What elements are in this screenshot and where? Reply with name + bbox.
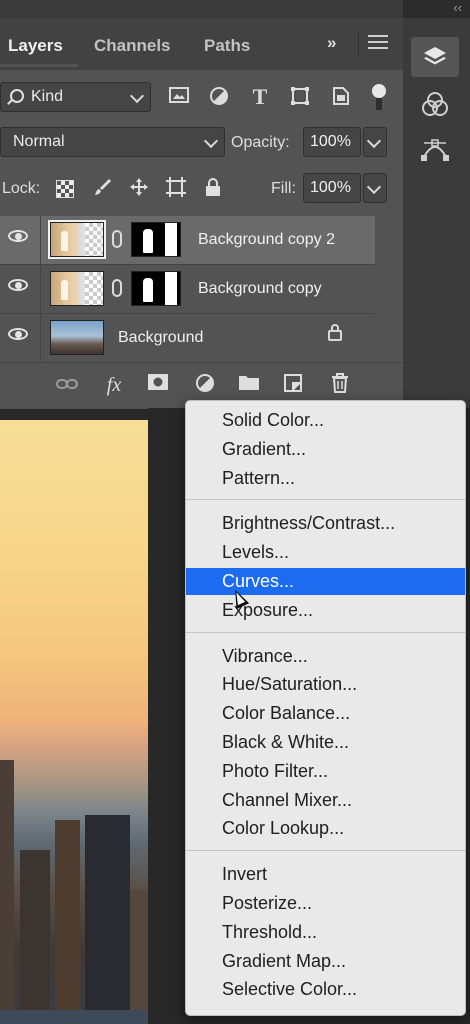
fill-dropdown[interactable] bbox=[363, 173, 387, 203]
image-filter-icon[interactable] bbox=[168, 86, 190, 108]
layer-thumbnail bbox=[50, 271, 104, 306]
menu-item[interactable]: Threshold... bbox=[186, 919, 465, 946]
eye-icon[interactable] bbox=[8, 279, 30, 293]
panel-dock: ‹‹ bbox=[403, 0, 470, 408]
folder-icon[interactable] bbox=[237, 373, 261, 397]
new-layer-icon[interactable] bbox=[281, 373, 305, 397]
layers-panel-icon[interactable] bbox=[411, 37, 459, 77]
layer-mask-thumbnail[interactable] bbox=[131, 271, 181, 306]
layers-panel: Layers Channels Paths » Kind T Normal Op… bbox=[0, 0, 403, 409]
adjustment-filter-icon[interactable] bbox=[208, 86, 230, 108]
eye-icon[interactable] bbox=[8, 230, 30, 244]
menu-item[interactable]: Gradient... bbox=[186, 436, 465, 463]
tab-divider bbox=[358, 32, 359, 56]
layer-thumbnail bbox=[50, 320, 104, 355]
active-tab-indicator bbox=[0, 64, 78, 67]
menu-item[interactable]: Channel Mixer... bbox=[186, 787, 465, 814]
menu-item[interactable]: Pattern... bbox=[186, 465, 465, 492]
fill-input[interactable]: 100% bbox=[303, 173, 361, 203]
collapse-panels-icon[interactable]: ‹‹ bbox=[453, 0, 462, 15]
chevron-down-icon bbox=[203, 133, 219, 149]
lock-artboard-icon[interactable] bbox=[165, 177, 187, 199]
paths-panel-icon[interactable] bbox=[411, 130, 459, 170]
blend-mode-value: Normal bbox=[13, 133, 65, 150]
filter-kind-dropdown[interactable]: Kind bbox=[0, 82, 151, 112]
menu-separator bbox=[186, 850, 465, 852]
menu-item[interactable]: Levels... bbox=[186, 539, 465, 566]
layer-row[interactable]: Background copy 2 bbox=[0, 216, 375, 265]
opacity-label: Opacity: bbox=[231, 134, 290, 151]
tab-layers[interactable]: Layers bbox=[8, 36, 63, 56]
adjustment-icon[interactable] bbox=[193, 373, 217, 397]
lock-brush-icon[interactable] bbox=[92, 177, 114, 199]
menu-item[interactable]: Brightness/Contrast... bbox=[186, 510, 465, 537]
layer-name: Background copy 2 bbox=[198, 231, 335, 248]
link-icon[interactable] bbox=[112, 230, 122, 248]
fill-label: Fill: bbox=[271, 180, 296, 197]
menu-separator bbox=[186, 499, 465, 501]
menu-item[interactable]: Photo Filter... bbox=[186, 758, 465, 785]
lock-transparent-icon[interactable] bbox=[56, 180, 74, 198]
shape-filter-icon[interactable] bbox=[289, 86, 311, 108]
lock-move-icon[interactable] bbox=[128, 177, 150, 199]
menu-item[interactable]: Color Balance... bbox=[186, 700, 465, 727]
channels-panel-icon[interactable] bbox=[411, 84, 459, 124]
lock-icon bbox=[328, 324, 342, 341]
type-filter-icon[interactable]: T bbox=[249, 86, 271, 108]
lock-all-icon[interactable] bbox=[202, 177, 224, 199]
smart-object-filter-icon[interactable] bbox=[330, 86, 352, 108]
menu-item[interactable]: Posterize... bbox=[186, 890, 465, 917]
panel-tabs: Layers Channels Paths » bbox=[0, 18, 403, 70]
menu-item[interactable]: Curves... bbox=[186, 568, 465, 595]
panel-top-strip bbox=[0, 0, 403, 18]
document-canvas[interactable] bbox=[0, 420, 148, 1024]
tab-paths[interactable]: Paths bbox=[204, 36, 250, 56]
link-icon[interactable] bbox=[112, 279, 122, 297]
layer-row[interactable]: Background copy bbox=[0, 265, 375, 314]
blend-mode-dropdown[interactable]: Normal bbox=[0, 127, 225, 157]
opacity-dropdown[interactable] bbox=[363, 127, 387, 157]
layer-thumbnail bbox=[48, 220, 106, 259]
tab-channels[interactable]: Channels bbox=[94, 36, 171, 56]
chevron-down-icon bbox=[366, 179, 382, 195]
menu-item[interactable]: Gradient Map... bbox=[186, 948, 465, 975]
opacity-input[interactable]: 100% bbox=[303, 127, 361, 157]
menu-item[interactable]: Exposure... bbox=[186, 597, 465, 624]
menu-item[interactable]: Black & White... bbox=[186, 729, 465, 756]
layer-row[interactable]: Background bbox=[0, 314, 375, 363]
adjustment-layer-menu: Solid Color... Gradient... Pattern... Brigh… bbox=[185, 400, 466, 1016]
menu-separator bbox=[186, 631, 465, 633]
chevron-down-icon bbox=[129, 88, 145, 104]
fx-icon[interactable]: fx bbox=[102, 373, 126, 397]
mask-icon[interactable] bbox=[146, 373, 170, 397]
menu-item[interactable]: Color Lookup... bbox=[186, 815, 465, 842]
more-tabs-icon[interactable]: » bbox=[327, 33, 336, 53]
trash-icon[interactable] bbox=[328, 373, 352, 397]
search-icon bbox=[10, 89, 24, 103]
filter-toggle-icon[interactable] bbox=[372, 84, 386, 112]
lock-label: Lock: bbox=[2, 180, 41, 197]
filter-kind-label: Kind bbox=[31, 88, 64, 105]
chevron-down-icon bbox=[366, 133, 382, 149]
layer-name: Background copy bbox=[198, 280, 322, 297]
menu-item[interactable]: Solid Color... bbox=[186, 407, 465, 434]
eye-icon[interactable] bbox=[8, 328, 30, 342]
menu-item[interactable]: Vibrance... bbox=[186, 643, 465, 670]
layer-name: Background bbox=[118, 329, 204, 346]
menu-item[interactable]: Invert bbox=[186, 861, 465, 888]
layer-mask-thumbnail[interactable] bbox=[131, 222, 181, 257]
panel-menu-icon[interactable] bbox=[368, 35, 388, 49]
menu-item[interactable]: Hue/Saturation... bbox=[186, 671, 465, 698]
link-layers-icon[interactable] bbox=[55, 373, 79, 397]
dock-top-strip: ‹‹ bbox=[403, 0, 470, 18]
menu-item[interactable]: Selective Color... bbox=[186, 976, 465, 1003]
